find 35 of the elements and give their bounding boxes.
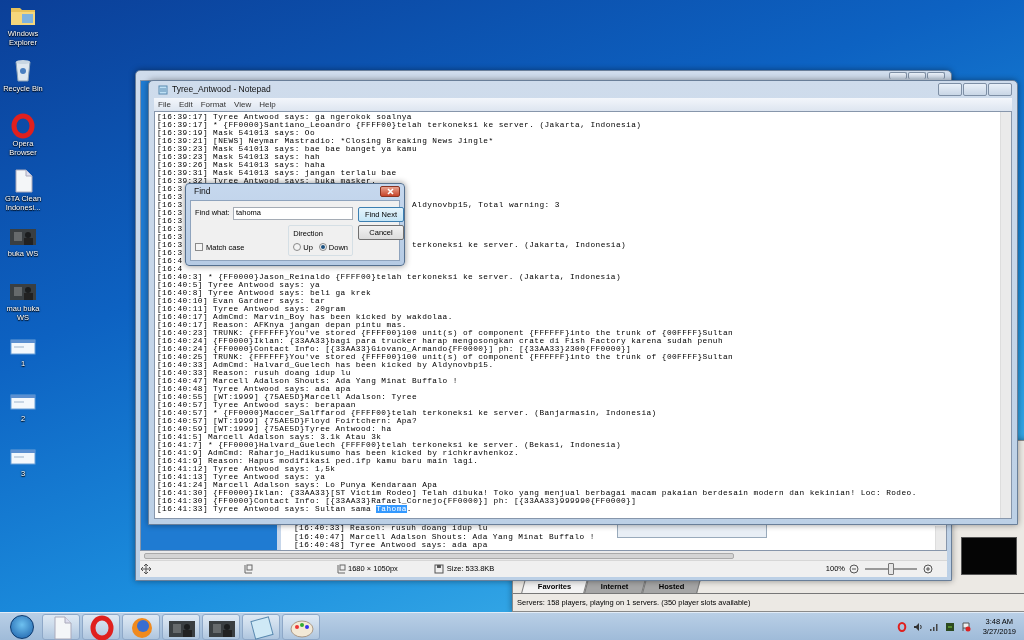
zoom-in-icon[interactable] (923, 564, 933, 574)
chip-icon[interactable] (944, 621, 955, 632)
slider-thumb[interactable] (888, 563, 894, 575)
window-button[interactable] (889, 72, 907, 79)
notepad-icon[interactable] (247, 613, 275, 640)
menu-item[interactable]: Format (200, 98, 227, 111)
scrollbar[interactable] (140, 551, 947, 560)
scrollbar[interactable] (935, 526, 946, 550)
signal-icon[interactable] (928, 621, 939, 632)
menu-item[interactable]: Help (259, 98, 276, 111)
preview-panel (961, 537, 1017, 575)
notepad-icon (158, 84, 168, 95)
speaker-icon[interactable] (912, 621, 923, 632)
window-button[interactable] (908, 72, 926, 79)
start-button[interactable] (10, 614, 34, 639)
radio-button[interactable] (293, 243, 302, 252)
move-icon (140, 563, 152, 575)
menu-item[interactable]: Edit (178, 98, 193, 111)
close-button[interactable] (380, 186, 400, 198)
dialog-title: Find (194, 185, 211, 199)
window-title: Tyree_Antwood - Notepad (172, 83, 271, 96)
menu-item[interactable]: View (234, 98, 252, 111)
close-icon (386, 188, 394, 196)
maximize-button[interactable] (963, 83, 987, 96)
match-case-checkbox[interactable] (195, 243, 203, 252)
radio-button[interactable] (318, 243, 327, 252)
scrollbar[interactable] (1000, 112, 1011, 518)
zoom-out-icon[interactable] (849, 564, 859, 574)
minimize-button[interactable] (938, 83, 962, 96)
window-button[interactable] (927, 72, 945, 79)
resize-icon (242, 563, 254, 575)
ring-icon[interactable] (896, 621, 907, 632)
resize-icon (336, 563, 346, 575)
flag-icon[interactable] (960, 621, 971, 632)
menu-item[interactable]: File (158, 98, 171, 111)
